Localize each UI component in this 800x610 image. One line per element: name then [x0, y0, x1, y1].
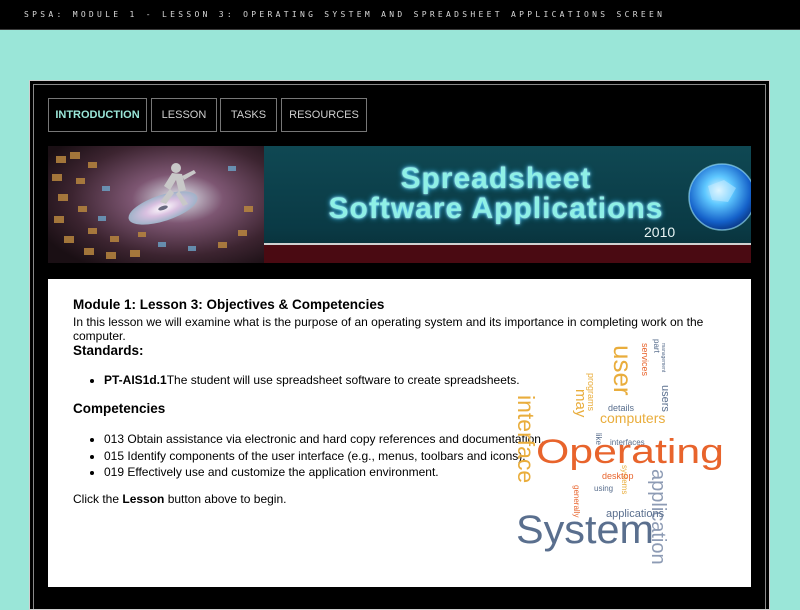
page-title: SPSA: MODULE 1 - LESSON 3: OPERATING SYS… — [24, 10, 666, 19]
competencies-list: 013 Obtain assistance via electronic and… — [73, 432, 544, 482]
cloud-word-desktop: desktop — [602, 471, 634, 481]
cloud-word-management: management — [660, 343, 666, 373]
content-panel: Module 1: Lesson 3: Objectives & Compete… — [48, 279, 751, 587]
banner-year: 2010 — [644, 224, 676, 240]
cloud-word-users: users — [659, 385, 671, 412]
cloud-word-services: services — [640, 343, 650, 377]
banner-title-line2: Software Applications — [328, 192, 664, 225]
standard-code: PT-AIS1d.1 — [104, 373, 167, 387]
click-suffix: button above to begin. — [164, 492, 287, 506]
click-instruction: Click the Lesson button above to begin. — [73, 492, 286, 506]
tab-tasks[interactable]: TASKS — [220, 98, 277, 132]
cloud-word-may: may — [572, 389, 589, 418]
tab-lesson[interactable]: LESSON — [151, 98, 217, 132]
cloud-word-part: part — [652, 339, 661, 354]
standards-heading: Standards: — [73, 343, 144, 358]
cloud-word-user: user — [608, 345, 638, 396]
banner-title: Spreadsheet Software Applications — [268, 164, 724, 224]
banner: Spreadsheet Software Applications 2010 — [48, 146, 751, 263]
cloud-word-operating: Operating — [536, 433, 724, 471]
standard-item: PT-AIS1d.1The student will use spreadshe… — [104, 373, 520, 387]
competency-item: 013 Obtain assistance via electronic and… — [104, 432, 544, 446]
word-cloud-image: user services part management programs u… — [514, 339, 724, 565]
tab-introduction[interactable]: INTRODUCTION — [48, 98, 147, 132]
standards-list: PT-AIS1d.1The student will use spreadshe… — [73, 373, 520, 387]
standard-text: The student will use spreadsheet softwar… — [166, 373, 520, 387]
competency-item: 015 Identify components of the user inte… — [104, 449, 544, 463]
cloud-word-system: System — [516, 508, 654, 552]
tab-resources[interactable]: RESOURCES — [281, 98, 367, 132]
click-lesson-emphasis: Lesson — [122, 492, 165, 506]
cloud-word-using: using — [594, 484, 613, 493]
competency-item: 019 Effectively use and customize the ap… — [104, 465, 544, 479]
banner-title-line1: Spreadsheet — [400, 162, 592, 195]
competencies-heading: Competencies — [73, 401, 166, 416]
cloud-word-computers: computers — [600, 410, 665, 426]
title-bar: SPSA: MODULE 1 - LESSON 3: OPERATING SYS… — [0, 0, 800, 30]
lesson-heading: Module 1: Lesson 3: Objectives & Compete… — [73, 297, 385, 312]
click-prefix: Click the — [73, 492, 123, 506]
